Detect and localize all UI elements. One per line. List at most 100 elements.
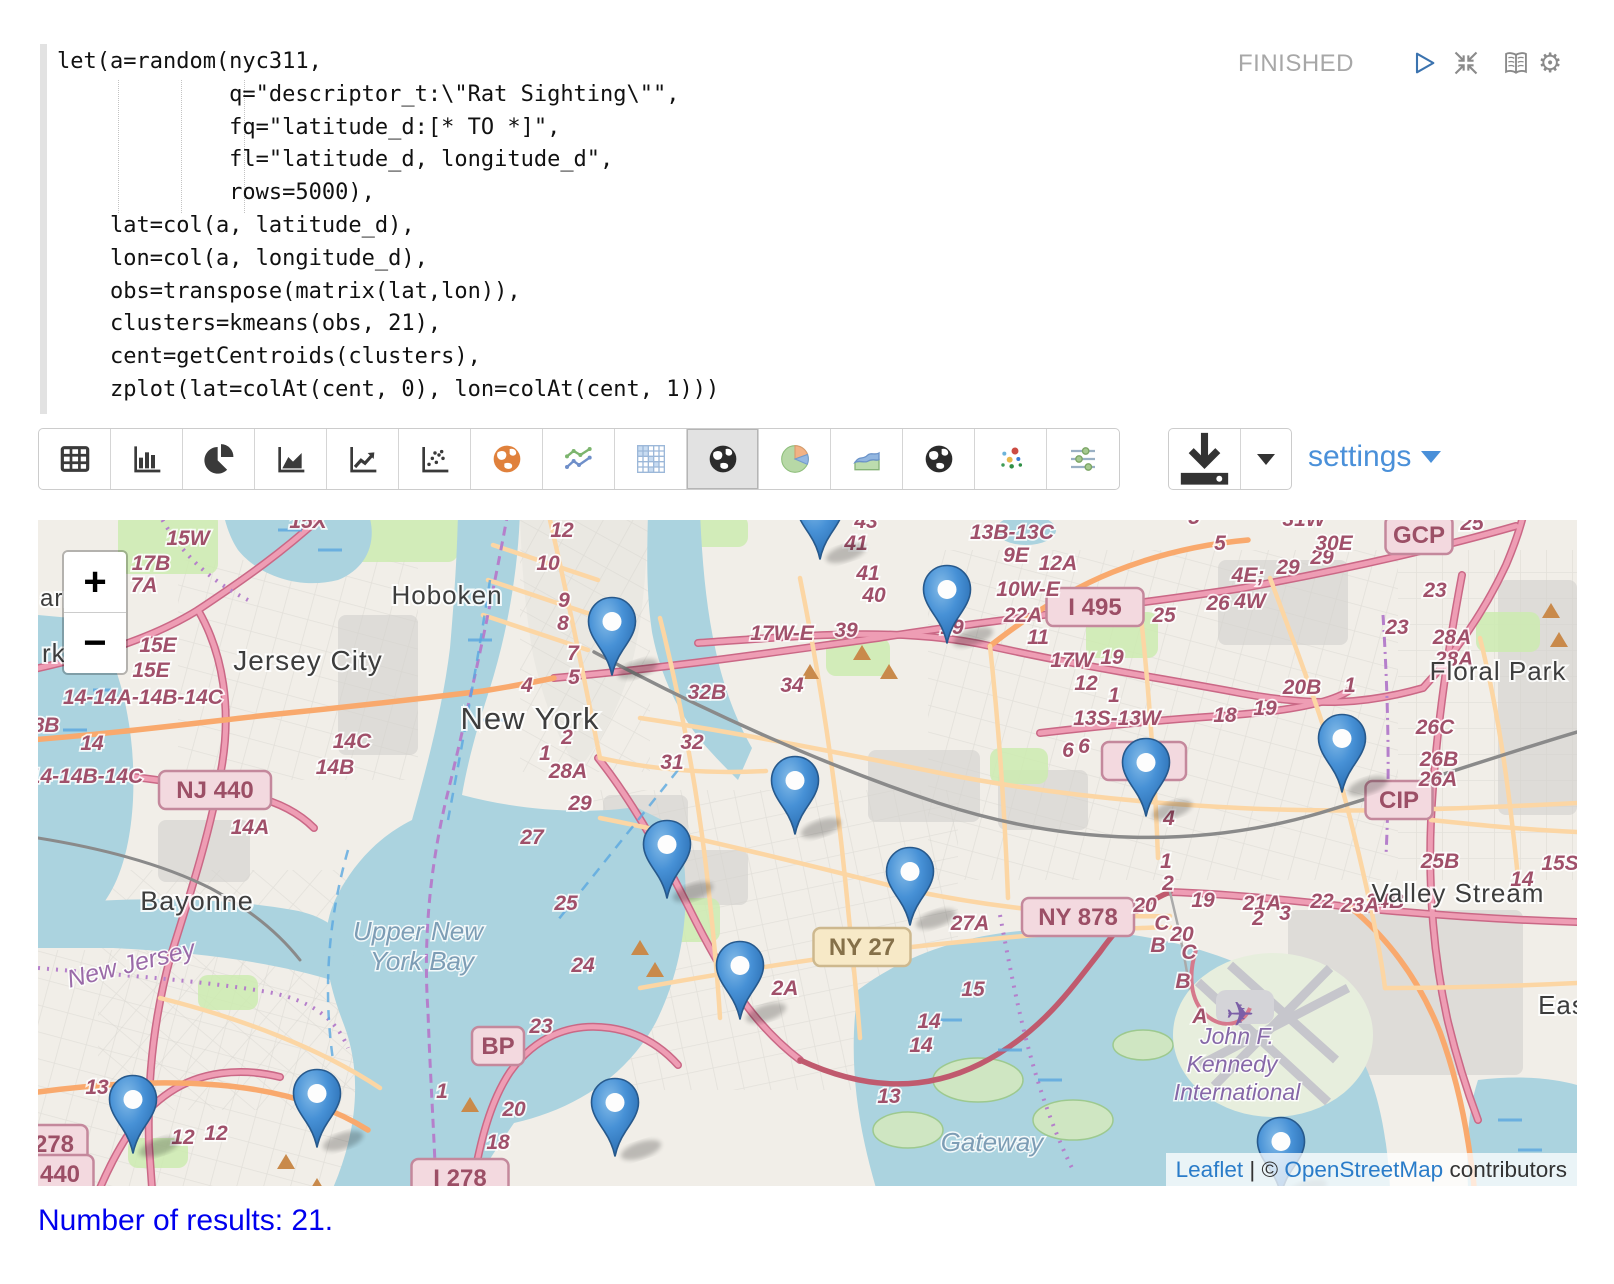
collapse-button[interactable] [1452,49,1480,77]
road-number-label: 13B-13C [970,521,1055,544]
grid-icon [635,443,667,475]
svg-text:NY 878: NY 878 [1038,904,1118,931]
chart-button-scatter-chart[interactable] [399,429,471,489]
road-number-label: 29 [567,792,592,815]
road-number-label: 11 [1027,626,1049,649]
svg-text:GCP: GCP [1393,522,1445,549]
osm-link[interactable]: OpenStreetMap [1284,1157,1443,1183]
chart-button-pie-chart[interactable] [183,429,255,489]
road-number-label: 41 [855,562,879,585]
chart-button-parallel-coordinates[interactable] [1047,429,1119,489]
road-number-label: 8 [557,612,569,635]
road-number-label: 2 [1161,872,1174,895]
run-button[interactable] [1410,49,1438,77]
airport-label: John F. [1199,1023,1274,1049]
road-number-label: 2 [1251,907,1264,930]
settings-link[interactable]: settings [1308,440,1441,474]
chart-button-map-dark[interactable] [687,429,759,489]
road-number-label: 19 [1191,889,1215,912]
road-number-label: C [1154,912,1170,935]
road-number-label: 22 [1309,890,1334,913]
road-number-label: 26C [1415,716,1455,739]
road-number-label: 19 [1253,697,1277,720]
road-badge: NY 27 [814,928,911,966]
road-number-label: B [1175,970,1190,993]
road-number-label: 14 [909,1034,933,1057]
road-number-label: 6 [1062,739,1074,762]
map-attribution: Leaflet | © OpenStreetMap contributors [1166,1153,1577,1186]
road-number-label: 5 [1188,520,1200,529]
road-number-label: 10W-E [996,578,1060,601]
airport-label: International [1174,1079,1301,1105]
water-label: Upper New [353,916,485,946]
road-number-label: 34 [780,674,804,697]
map-canvas[interactable]: ✈NJ 440I 495GCPCIPNY 878BPI 278278440NY … [38,520,1577,1186]
chart-button-map-orange[interactable] [471,429,543,489]
show-editor-button[interactable] [1502,49,1530,77]
paragraph-settings-button[interactable]: ⚙ [1538,49,1566,77]
chart-button-line-chart-colored[interactable] [543,429,615,489]
road-number-label: 2A [771,977,799,1000]
road-number-label: 12 [204,1122,228,1145]
collapse-icon [1452,49,1480,77]
line-colored-icon [563,443,595,475]
road-number-label: 18 [1213,704,1237,727]
city-label: Eas [1538,990,1577,1020]
road-number-label: 15E [132,659,170,682]
leaflet-link[interactable]: Leaflet [1176,1157,1244,1183]
road-number-label: 10 [536,552,560,575]
chart-button-heatmap-grid[interactable] [615,429,687,489]
chart-button-area-chart-colored[interactable] [831,429,903,489]
road-number-label: 14 [80,732,104,755]
road-number-label: 25B [1420,850,1460,873]
scatter-chart-icon [419,443,451,475]
road-number-label: 28A [1432,626,1472,649]
road-number-label: 27 [519,826,545,849]
road-number-label: 13 [85,1076,109,1099]
zoom-in-button[interactable]: + [64,552,126,613]
svg-text:CIP: CIP [1379,787,1419,814]
paragraph-focus-bar [40,44,47,414]
sliders-icon [1067,443,1099,475]
chart-button-table[interactable] [39,429,111,489]
road-number-label: 9E [1003,544,1030,567]
code-editor[interactable]: let(a=random(nyc311, q="descriptor_t:\"R… [57,46,719,407]
road-number-label: 5 [568,666,580,689]
road-number-label: 24 [570,954,595,977]
svg-text:BP: BP [481,1033,514,1060]
chart-button-area-chart[interactable] [255,429,327,489]
chart-button-scatter-colored[interactable] [975,429,1047,489]
city-label: New York [461,701,600,736]
road-number-label: 31W [1282,520,1327,531]
settings-label: settings [1308,440,1411,474]
road-number-label: 14C [333,730,372,753]
road-number-label: 22A [1003,604,1043,627]
pie-colored-icon [779,443,811,475]
road-badge: NY 878 [1022,898,1134,936]
download-button[interactable] [1169,429,1241,489]
road-number-label: 17B [132,552,171,575]
zoom-out-button[interactable]: − [64,613,126,673]
road-number-label: 14 [917,1010,941,1033]
road-number-label: 1 [1344,674,1356,697]
download-caret-button[interactable] [1241,429,1291,489]
bar-chart-icon [131,443,163,475]
road-number-label: B [1150,934,1165,957]
chart-button-map-dark-2[interactable] [903,429,975,489]
svg-text:I 495: I 495 [1068,594,1121,621]
table-icon [59,443,91,475]
road-number-label: 39 [834,619,858,642]
road-number-label: 23 [1384,616,1409,639]
road-number-label: 8B [38,714,59,737]
road-number-label: 13 [877,1085,901,1108]
chart-button-pie-chart-colored[interactable] [759,429,831,489]
road-number-label: 1 [1108,684,1120,707]
chart-button-bar-chart[interactable] [111,429,183,489]
road-number-label: 19 [1100,646,1124,669]
download-icon [1169,424,1240,495]
road-number-label: 26 [1205,592,1230,615]
road-number-label: 31 [660,751,683,774]
city-label: Floral Park [1430,656,1567,686]
chart-button-line-chart[interactable] [327,429,399,489]
road-badge: I 495 [1047,588,1144,626]
